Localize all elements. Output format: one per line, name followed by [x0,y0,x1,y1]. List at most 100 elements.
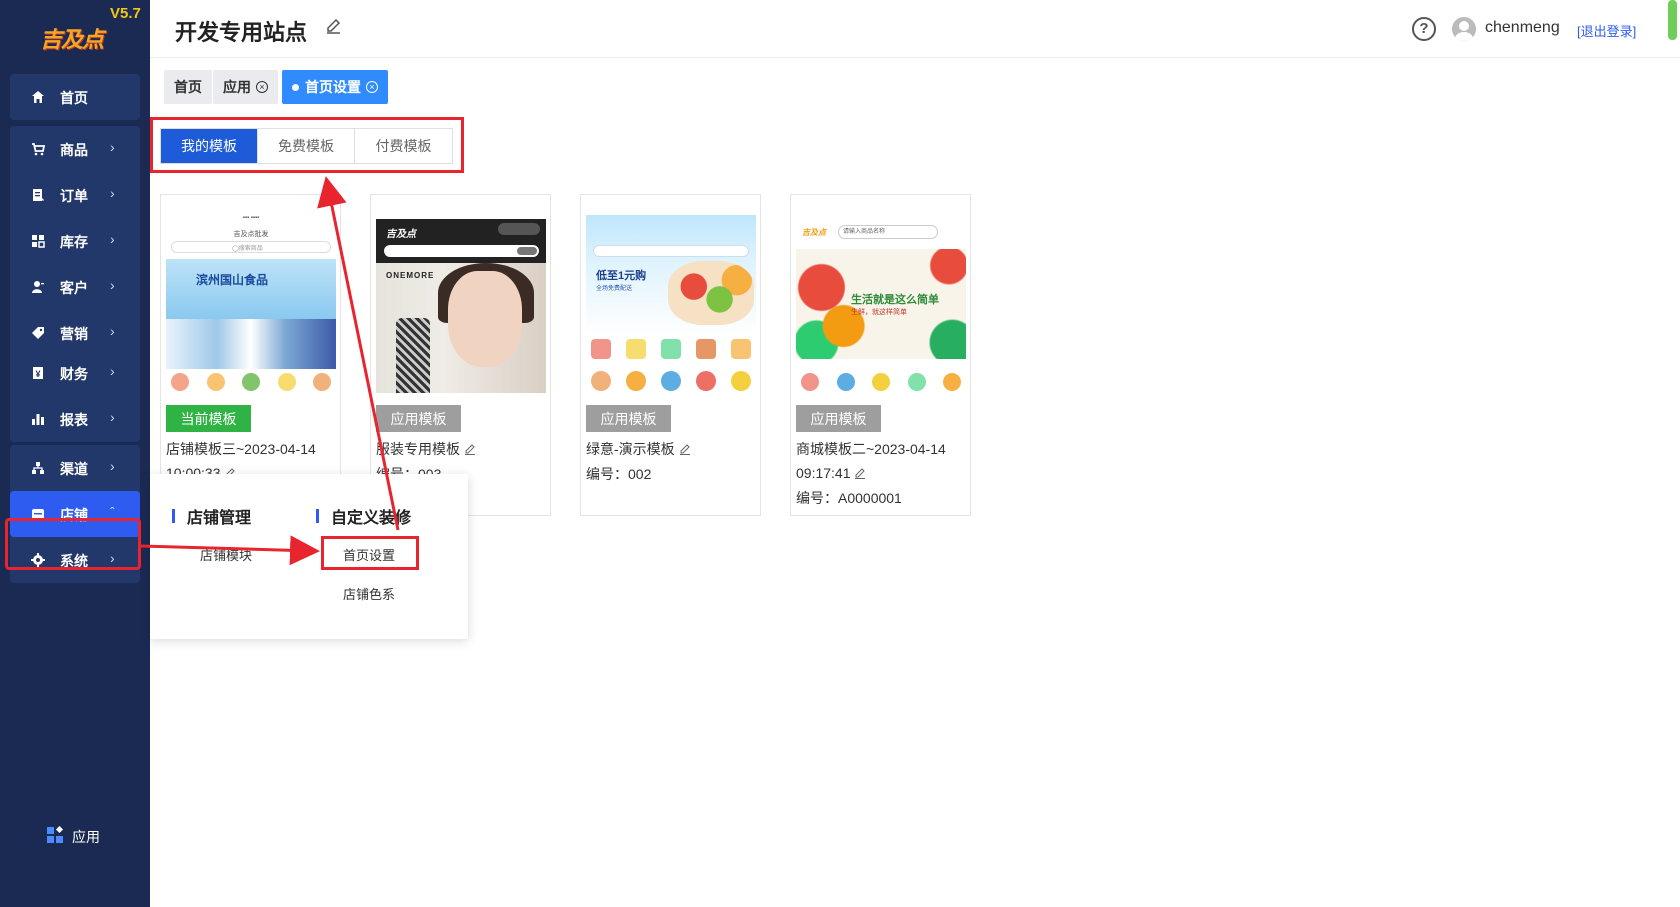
sidebar-item-label: 财务 [60,366,88,382]
sidebar-item-label: 报表 [60,412,88,428]
food-icon [242,373,260,391]
avatar [1452,17,1476,41]
submenu-item-store-modules[interactable]: 店铺模块 [200,545,252,564]
active-dot-icon [292,83,299,91]
food-icon [943,373,961,391]
annotation-box-template-tabs [150,117,464,173]
sidebar-item-goods[interactable]: 商品 › [10,126,140,172]
thumb-search [593,245,749,257]
template-thumbnail[interactable]: ▪▪▪ ▪▪▪▪ 吉及点批发 ◯搜索商品 滨州国山食品 [166,215,336,393]
thumb-slogan: 生活就是这么简单 生鲜，就这样简单 [851,291,939,317]
sidebar-item-label: 营销 [60,326,88,342]
template-name-time: 09:17:41 [796,465,851,481]
sidebar-item-label: 首页 [60,90,88,106]
tab-label: 首页设置 [305,79,361,95]
top-header: 开发专用站点 ? chenmeng [退出登录] [150,0,1680,58]
food-icon [591,339,611,359]
sidebar-item-home[interactable]: 首页 [10,74,140,120]
store-submenu-popup: 店铺管理 店铺模块 自定义装修 首页设置 店铺色系 [150,474,468,639]
chevron-right-icon: › [110,409,115,425]
phone-status-bar: ▪▪▪ ▪▪▪▪ [242,215,260,221]
chevron-right-icon: › [110,139,115,155]
nav-group-finance: ¥ 财务 › 报表 › [10,350,140,442]
thumb-fruit-image [668,261,754,325]
tab-label: 首页 [174,79,202,95]
chevron-right-icon: › [110,277,115,293]
edit-pencil-icon[interactable] [854,462,866,486]
food-icon [836,373,855,391]
edit-pencil-icon[interactable] [464,438,476,462]
thumb-icon-row [171,373,331,391]
thumb-banner: 滨州国山食品 [166,259,336,369]
food-icon [872,373,890,391]
template-card: 低至1元购 全场免费配送 应用模板 绿意-演示模板 编号：002 [580,194,761,516]
sidebar-item-finance[interactable]: ¥ 财务 › [10,350,140,396]
inventory-icon [30,233,46,249]
food-icon [731,371,751,391]
nav-group-business: 商品 › 订单 › 库存 › 客户 › 营销 › [10,126,140,356]
thumb-search [384,245,539,257]
annotation-box-store-nav [5,518,141,570]
thumb-fashion-photo: ONEMORE [376,263,546,393]
apply-template-button[interactable]: 应用模板 [796,405,881,432]
sidebar-item-label: 渠道 [60,461,88,477]
thumb-search: 请输入商品名称 [838,225,938,239]
apply-template-button[interactable]: 应用模板 [376,405,461,432]
chevron-right-icon: › [110,363,115,379]
cart-icon [30,141,46,157]
apply-template-button[interactable]: 应用模板 [586,405,671,432]
food-icon [661,371,681,391]
food-icon [626,371,646,391]
edit-pencil-icon[interactable] [679,438,691,462]
tab-home[interactable]: 首页 [164,70,212,104]
help-icon[interactable]: ? [1412,17,1436,41]
submenu-section-title: 自定义装修 [316,504,411,528]
edit-pencil-icon[interactable] [325,18,341,39]
thumb-slogan-sub: 生鲜，就这样简单 [851,309,907,316]
thumb-logo: 吉及点 [386,229,416,240]
tag-icon [30,325,46,341]
template-thumbnail[interactable]: 吉及点 ONEMORE [376,215,546,393]
sidebar-item-reports[interactable]: 报表 › [10,396,140,442]
tab-apps[interactable]: 应用 × [213,70,278,104]
template-thumbnail[interactable]: 低至1元购 全场免费配送 [586,215,756,393]
submenu-item-store-colors[interactable]: 店铺色系 [343,584,395,603]
thumb-promo: 低至1元购 全场免费配送 [596,267,646,292]
logout-link[interactable]: [退出登录] [1577,21,1636,40]
template-code: 编号：A0000001 [796,490,902,507]
sidebar-item-inventory[interactable]: 库存 › [10,218,140,264]
annotation-box-homepage-settings [321,536,419,570]
page-title: 开发专用站点 [175,20,308,45]
sidebar-item-channel[interactable]: 渠道 › [10,445,140,491]
food-icon [696,371,716,391]
template-name-text: 绿意-演示模板 [586,441,675,457]
logo-text: 吉及点 [40,27,104,52]
apps-label: 应用 [72,828,100,845]
sidebar-item-apps[interactable]: 应用 [46,825,100,847]
food-icon [626,339,646,359]
close-icon[interactable]: × [366,81,378,93]
template-name-text: 商城模板二~2023-04-14 [796,441,946,457]
sidebar-item-label: 客户 [60,280,88,296]
apps-grid-icon [46,825,64,847]
template-name-text: 服装专用模板 [376,441,460,457]
tab-homepage-settings[interactable]: 首页设置 × [282,70,388,104]
thumb-banner-text: 滨州国山食品 [196,273,269,287]
template-code: 编号：002 [586,466,652,483]
sidebar-item-orders[interactable]: 订单 › [10,172,140,218]
food-icon [171,373,189,391]
chevron-right-icon: › [110,231,115,247]
chevron-right-icon: › [110,458,115,474]
close-icon[interactable]: × [256,81,268,93]
sidebar-item-customers[interactable]: 客户 › [10,264,140,310]
thumb-slogan-text: 生活就是这么简单 [851,294,939,306]
template-card: 吉及点 请输入商品名称 生活就是这么简单 生鲜，就这样简单 应用模板 商城模板二… [790,194,971,516]
current-template-badge: 当前模板 [166,405,251,432]
scrollbar[interactable] [1668,0,1677,40]
thumb-logo: 吉及点 [802,228,826,237]
template-thumbnail[interactable]: 吉及点 请输入商品名称 生活就是这么简单 生鲜，就这样简单 [796,215,966,393]
thumb-icon-row [801,373,961,391]
version-label: V5.7 [110,5,141,22]
food-icon [696,339,716,359]
thumb-figure [396,318,430,393]
